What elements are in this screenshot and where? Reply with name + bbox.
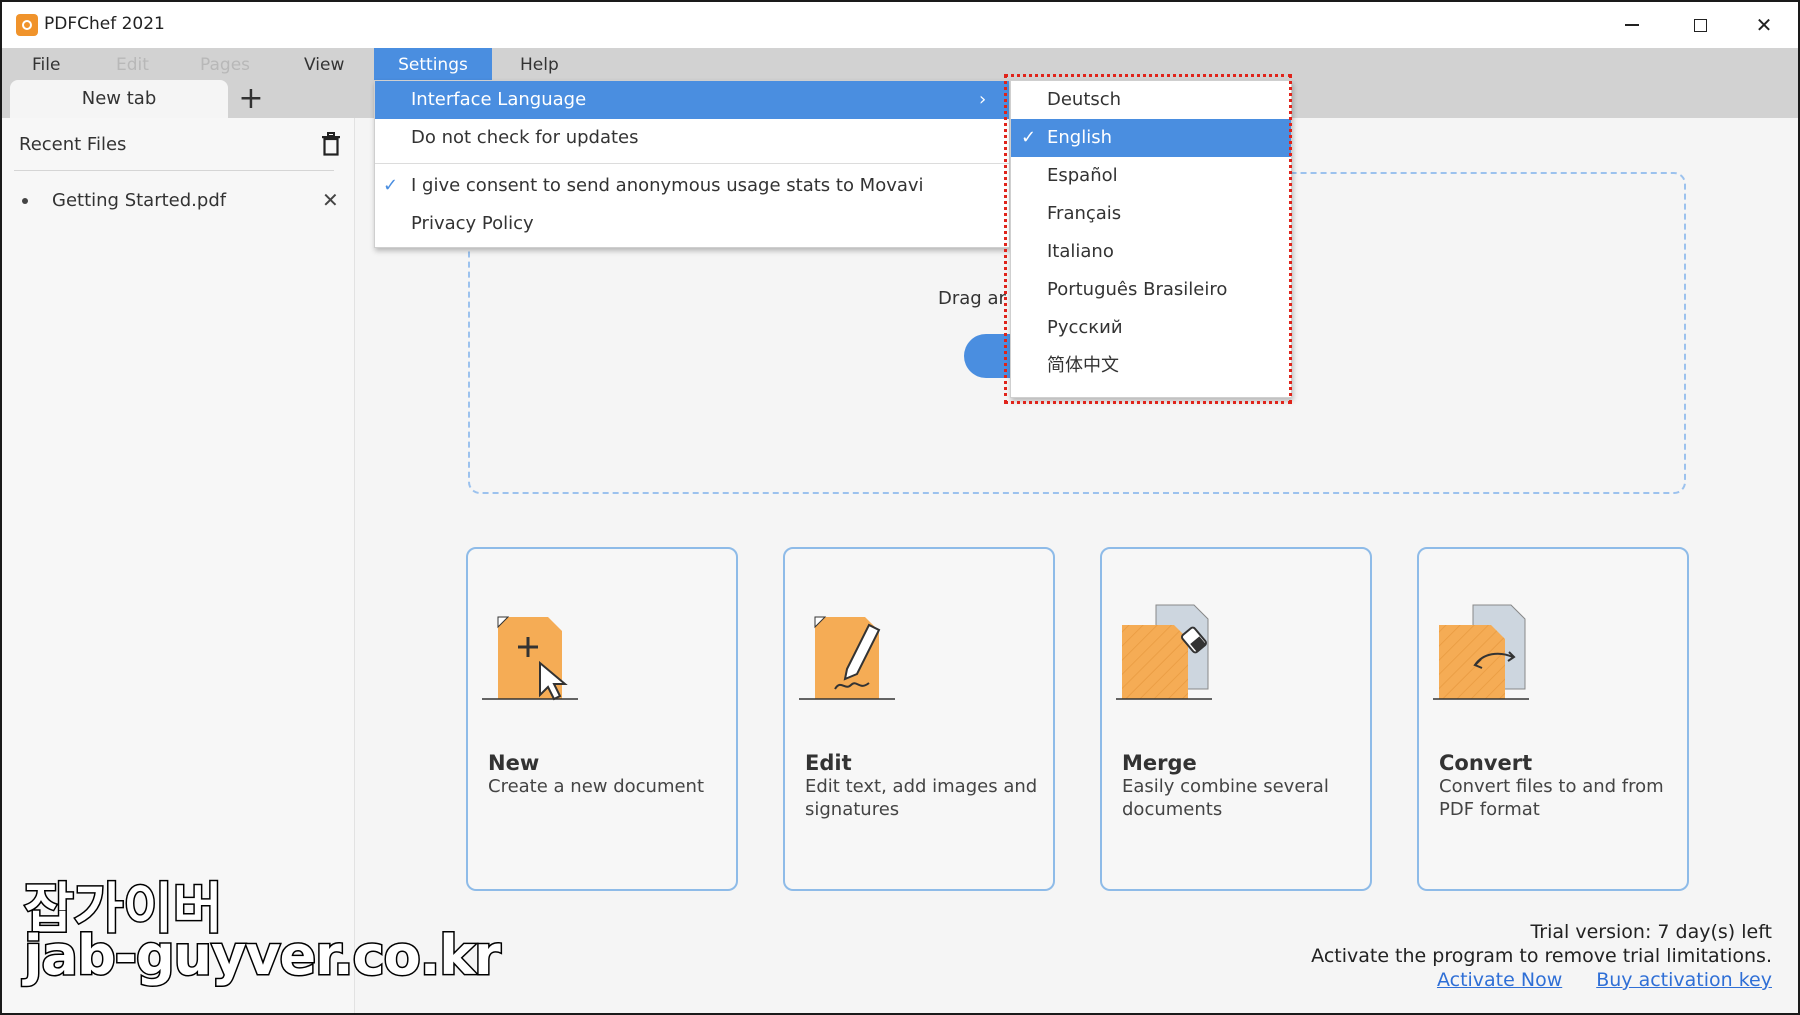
menu-edit[interactable]: Edit <box>116 48 149 80</box>
remove-file-icon[interactable]: ✕ <box>322 188 339 212</box>
trial-info: Trial version: 7 day(s) left Activate th… <box>1311 920 1772 992</box>
menu-interface-language[interactable]: Interface Language › <box>375 81 1009 119</box>
menu-bar: File Edit Pages View Settings Help <box>2 48 1798 80</box>
new-document-card[interactable]: New Create a new document <box>466 547 738 891</box>
card-description: Create a new document <box>488 776 705 797</box>
card-title: Edit <box>805 751 852 775</box>
merge-documents-icon <box>1116 604 1212 700</box>
watermark-url: jab-guyver.co.kr <box>23 923 503 989</box>
card-description: Edit text, add images and signatures <box>805 776 1038 820</box>
card-title: Merge <box>1122 751 1197 775</box>
menu-item-label: Interface Language <box>411 89 587 110</box>
maximize-button[interactable] <box>1670 8 1730 42</box>
trial-message: Activate the program to remove trial lim… <box>1311 945 1772 967</box>
menu-privacy-policy[interactable]: Privacy Policy <box>375 205 1009 243</box>
menu-file[interactable]: File <box>32 48 60 80</box>
card-title: Convert <box>1439 751 1533 775</box>
trial-days-left: Trial version: 7 day(s) left <box>1530 921 1772 943</box>
app-window: PDFChef 2021 ✕ File Edit Pages View Sett… <box>0 0 1800 1015</box>
chevron-right-icon: › <box>979 89 987 110</box>
card-description: Easily combine several documents <box>1122 776 1329 820</box>
settings-dropdown: Interface Language › Do not check for up… <box>374 80 1010 248</box>
edit-document-icon <box>799 616 895 700</box>
check-icon: ✓ <box>383 175 399 196</box>
close-icon: ✕ <box>1755 13 1773 37</box>
buy-activation-key-link[interactable]: Buy activation key <box>1596 968 1772 992</box>
menu-view[interactable]: View <box>304 48 344 80</box>
activate-now-link[interactable]: Activate Now <box>1437 968 1562 992</box>
minimize-button[interactable] <box>1602 8 1662 42</box>
menu-no-updates[interactable]: Do not check for updates <box>375 119 1009 157</box>
convert-documents-card[interactable]: Convert Convert files to and from PDF fo… <box>1417 547 1689 891</box>
trash-icon[interactable] <box>320 132 342 156</box>
menu-item-label: I give consent to send anonymous usage s… <box>411 175 924 196</box>
minimize-icon <box>1625 24 1639 26</box>
bullet-icon <box>22 198 28 204</box>
recent-files-title: Recent Files <box>19 134 127 155</box>
recent-file-item[interactable]: Getting Started.pdf ✕ <box>14 184 344 218</box>
edit-document-card[interactable]: Edit Edit text, add images and signature… <box>783 547 1055 891</box>
menu-help[interactable]: Help <box>520 48 559 80</box>
menu-item-label: Do not check for updates <box>411 127 639 148</box>
recent-file-name[interactable]: Getting Started.pdf <box>52 190 226 211</box>
highlight-annotation-box <box>1004 74 1292 404</box>
add-tab-button[interactable]: + <box>236 82 266 116</box>
maximize-icon <box>1693 18 1707 32</box>
new-document-icon <box>482 616 578 701</box>
menu-pages[interactable]: Pages <box>200 48 250 80</box>
sidebar-divider <box>14 170 334 171</box>
card-description: Convert files to and from PDF format <box>1439 776 1664 820</box>
app-logo-icon <box>16 14 38 36</box>
convert-documents-icon <box>1433 604 1529 700</box>
window-title: PDFChef 2021 <box>44 14 165 34</box>
card-title: New <box>488 751 540 775</box>
menu-consent[interactable]: ✓ I give consent to send anonymous usage… <box>375 167 1009 205</box>
close-button[interactable]: ✕ <box>1734 8 1794 42</box>
drop-zone-text: Drag ar <box>938 288 1006 309</box>
merge-documents-card[interactable]: Merge Easily combine several documents <box>1100 547 1372 891</box>
title-bar: PDFChef 2021 ✕ <box>2 2 1798 48</box>
tab-new-tab[interactable]: New tab <box>10 80 228 118</box>
menu-divider <box>375 163 1009 164</box>
menu-item-label: Privacy Policy <box>411 213 534 234</box>
menu-settings[interactable]: Settings <box>374 48 492 80</box>
